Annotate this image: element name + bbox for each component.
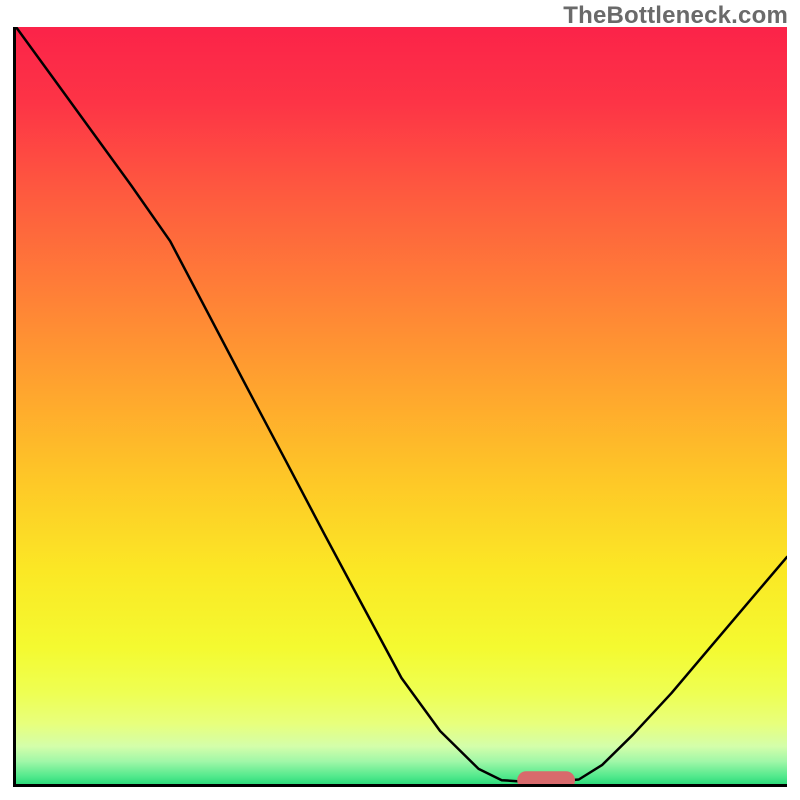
gradient-plot [13, 27, 787, 787]
watermark-text: TheBottleneck.com [563, 2, 788, 30]
sweet-spot-marker [517, 771, 575, 784]
